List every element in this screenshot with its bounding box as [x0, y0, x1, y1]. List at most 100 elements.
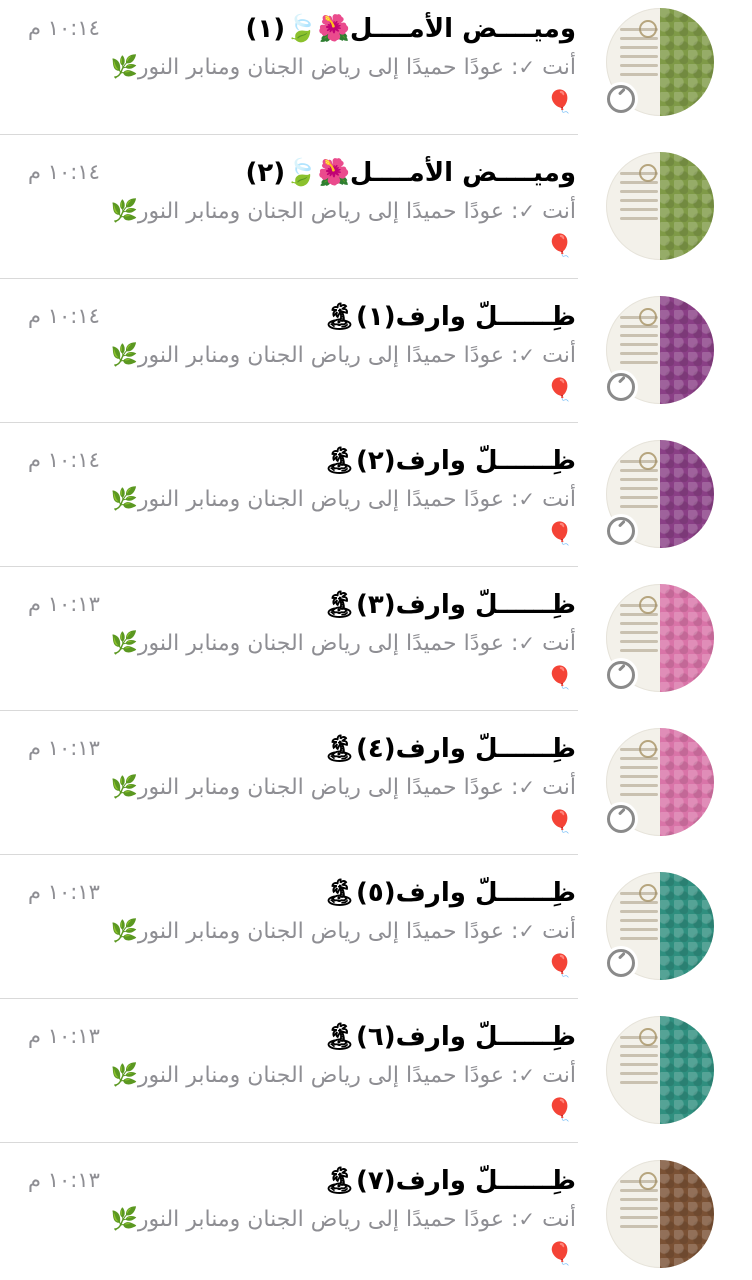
avatar-pattern	[660, 728, 714, 836]
avatar-pattern	[660, 584, 714, 692]
chat-row[interactable]: ظِــــــلّ وارف(٤)🏝 ١٠:١٣ م أنت ✓: عودًا…	[0, 720, 752, 864]
sender-label: أنت	[542, 1207, 576, 1232]
avatar-pattern	[660, 296, 714, 404]
avatar-pattern	[660, 1016, 714, 1124]
chat-title: ظِــــــلّ وارف(٢)🏝	[323, 446, 576, 476]
divider	[0, 998, 578, 999]
message-text: عودًا حميدًا إلى رياض الجنان ومنابر النو…	[110, 631, 504, 656]
balloon-emoji: 🎈	[546, 666, 574, 691]
sender-label: أنت	[542, 487, 576, 512]
chat-row[interactable]: وميــــض الأمــــل🌺🍃(٢) ١٠:١٤ م أنت ✓: ع…	[0, 144, 752, 288]
disappearing-timer-icon	[604, 802, 638, 836]
message-text: عودًا حميدًا إلى رياض الجنان ومنابر النو…	[110, 1063, 504, 1088]
sender-label: أنت	[542, 1063, 576, 1088]
chat-time: ١٠:١٣ م	[28, 736, 100, 760]
chat-row[interactable]: ظِــــــلّ وارف(٥)🏝 ١٠:١٣ م أنت ✓: عودًا…	[0, 864, 752, 1008]
chat-title: ظِــــــلّ وارف(٧)🏝	[323, 1166, 576, 1196]
message-preview: أنت ✓: عودًا حميدًا إلى رياض الجنان ومنا…	[110, 775, 576, 800]
sender-label: أنت	[542, 55, 576, 80]
chat-row[interactable]: ظِــــــلّ وارف(٣)🏝 ١٠:١٣ م أنت ✓: عودًا…	[0, 576, 752, 720]
chat-row[interactable]: ظِــــــلّ وارف(١)🏝 ١٠:١٤ م أنت ✓: عودًا…	[0, 288, 752, 432]
sent-check-icon: ✓	[518, 1207, 536, 1231]
avatar-pattern	[660, 872, 714, 980]
avatar-pattern	[660, 1160, 714, 1268]
chat-time: ١٠:١٤ م	[28, 448, 100, 472]
avatar-pattern	[660, 152, 714, 260]
chat-list: وميــــض الأمــــل🌺🍃(١) ١٠:١٤ م أنت ✓: ع…	[0, 0, 752, 1280]
sent-check-icon: ✓	[518, 199, 536, 223]
avatar-pattern	[660, 440, 714, 548]
divider	[0, 710, 578, 711]
balloon-emoji: 🎈	[546, 1242, 574, 1267]
sent-check-icon: ✓	[518, 775, 536, 799]
chat-time: ١٠:١٣ م	[28, 880, 100, 904]
message-preview: أنت ✓: عودًا حميدًا إلى رياض الجنان ومنا…	[110, 55, 576, 80]
message-preview: أنت ✓: عودًا حميدًا إلى رياض الجنان ومنا…	[110, 919, 576, 944]
divider	[0, 134, 578, 135]
message-preview: أنت ✓: عودًا حميدًا إلى رياض الجنان ومنا…	[110, 1063, 576, 1088]
sender-label: أنت	[542, 199, 576, 224]
chat-time: ١٠:١٤ م	[28, 16, 100, 40]
sender-label: أنت	[542, 919, 576, 944]
message-text: عودًا حميدًا إلى رياض الجنان ومنابر النو…	[110, 919, 504, 944]
balloon-emoji: 🎈	[546, 522, 574, 547]
message-text: عودًا حميدًا إلى رياض الجنان ومنابر النو…	[110, 775, 504, 800]
chat-title: وميــــض الأمــــل🌺🍃(٢)	[245, 158, 576, 188]
chat-row[interactable]: ظِــــــلّ وارف(٢)🏝 ١٠:١٤ م أنت ✓: عودًا…	[0, 432, 752, 576]
balloon-emoji: 🎈	[546, 810, 574, 835]
chat-title: ظِــــــلّ وارف(٤)🏝	[323, 734, 576, 764]
message-text: عودًا حميدًا إلى رياض الجنان ومنابر النو…	[110, 55, 504, 80]
message-text: عودًا حميدًا إلى رياض الجنان ومنابر النو…	[110, 1207, 504, 1232]
chat-time: ١٠:١٣ م	[28, 1024, 100, 1048]
sent-check-icon: ✓	[518, 919, 536, 943]
balloon-emoji: 🎈	[546, 1098, 574, 1123]
message-text: عودًا حميدًا إلى رياض الجنان ومنابر النو…	[110, 199, 504, 224]
balloon-emoji: 🎈	[546, 378, 574, 403]
divider	[0, 1142, 578, 1143]
divider	[0, 854, 578, 855]
chat-title: وميــــض الأمــــل🌺🍃(١)	[245, 14, 576, 44]
chat-row[interactable]: وميــــض الأمــــل🌺🍃(١) ١٠:١٤ م أنت ✓: ع…	[0, 0, 752, 144]
sender-label: أنت	[542, 631, 576, 656]
avatar-card-text-lines	[620, 166, 658, 246]
avatar-card-text-lines	[620, 1174, 658, 1254]
message-text: عودًا حميدًا إلى رياض الجنان ومنابر النو…	[110, 487, 504, 512]
balloon-emoji: 🎈	[546, 954, 574, 979]
group-avatar[interactable]	[606, 1016, 714, 1124]
chat-row[interactable]: ظِــــــلّ وارف(٦)🏝 ١٠:١٣ م أنت ✓: عودًا…	[0, 1008, 752, 1152]
group-avatar[interactable]	[606, 1160, 714, 1268]
sent-check-icon: ✓	[518, 343, 536, 367]
avatar-card-text-lines	[620, 1030, 658, 1110]
chat-time: ١٠:١٣ م	[28, 592, 100, 616]
disappearing-timer-icon	[604, 946, 638, 980]
sent-check-icon: ✓	[518, 1063, 536, 1087]
chat-title: ظِــــــلّ وارف(٣)🏝	[323, 590, 576, 620]
chat-title: ظِــــــلّ وارف(١)🏝	[323, 302, 576, 332]
message-preview: أنت ✓: عودًا حميدًا إلى رياض الجنان ومنا…	[110, 199, 576, 224]
balloon-emoji: 🎈	[546, 234, 574, 259]
disappearing-timer-icon	[604, 658, 638, 692]
disappearing-timer-icon	[604, 514, 638, 548]
disappearing-timer-icon	[604, 82, 638, 116]
message-text: عودًا حميدًا إلى رياض الجنان ومنابر النو…	[110, 343, 504, 368]
message-preview: أنت ✓: عودًا حميدًا إلى رياض الجنان ومنا…	[110, 487, 576, 512]
chat-title: ظِــــــلّ وارف(٦)🏝	[323, 1022, 576, 1052]
avatar-pattern	[660, 8, 714, 116]
balloon-emoji: 🎈	[546, 90, 574, 115]
sender-label: أنت	[542, 343, 576, 368]
divider	[0, 422, 578, 423]
disappearing-timer-icon	[604, 370, 638, 404]
message-preview: أنت ✓: عودًا حميدًا إلى رياض الجنان ومنا…	[110, 343, 576, 368]
chat-row[interactable]: ظِــــــلّ وارف(٧)🏝 ١٠:١٣ م أنت ✓: عودًا…	[0, 1152, 752, 1280]
chat-title: ظِــــــلّ وارف(٥)🏝	[323, 878, 576, 908]
message-preview: أنت ✓: عودًا حميدًا إلى رياض الجنان ومنا…	[110, 1207, 576, 1232]
divider	[0, 278, 578, 279]
chat-time: ١٠:١٤ م	[28, 160, 100, 184]
sent-check-icon: ✓	[518, 55, 536, 79]
divider	[0, 566, 578, 567]
group-avatar[interactable]	[606, 152, 714, 260]
sent-check-icon: ✓	[518, 487, 536, 511]
message-preview: أنت ✓: عودًا حميدًا إلى رياض الجنان ومنا…	[110, 631, 576, 656]
chat-time: ١٠:١٤ م	[28, 304, 100, 328]
chat-time: ١٠:١٣ م	[28, 1168, 100, 1192]
